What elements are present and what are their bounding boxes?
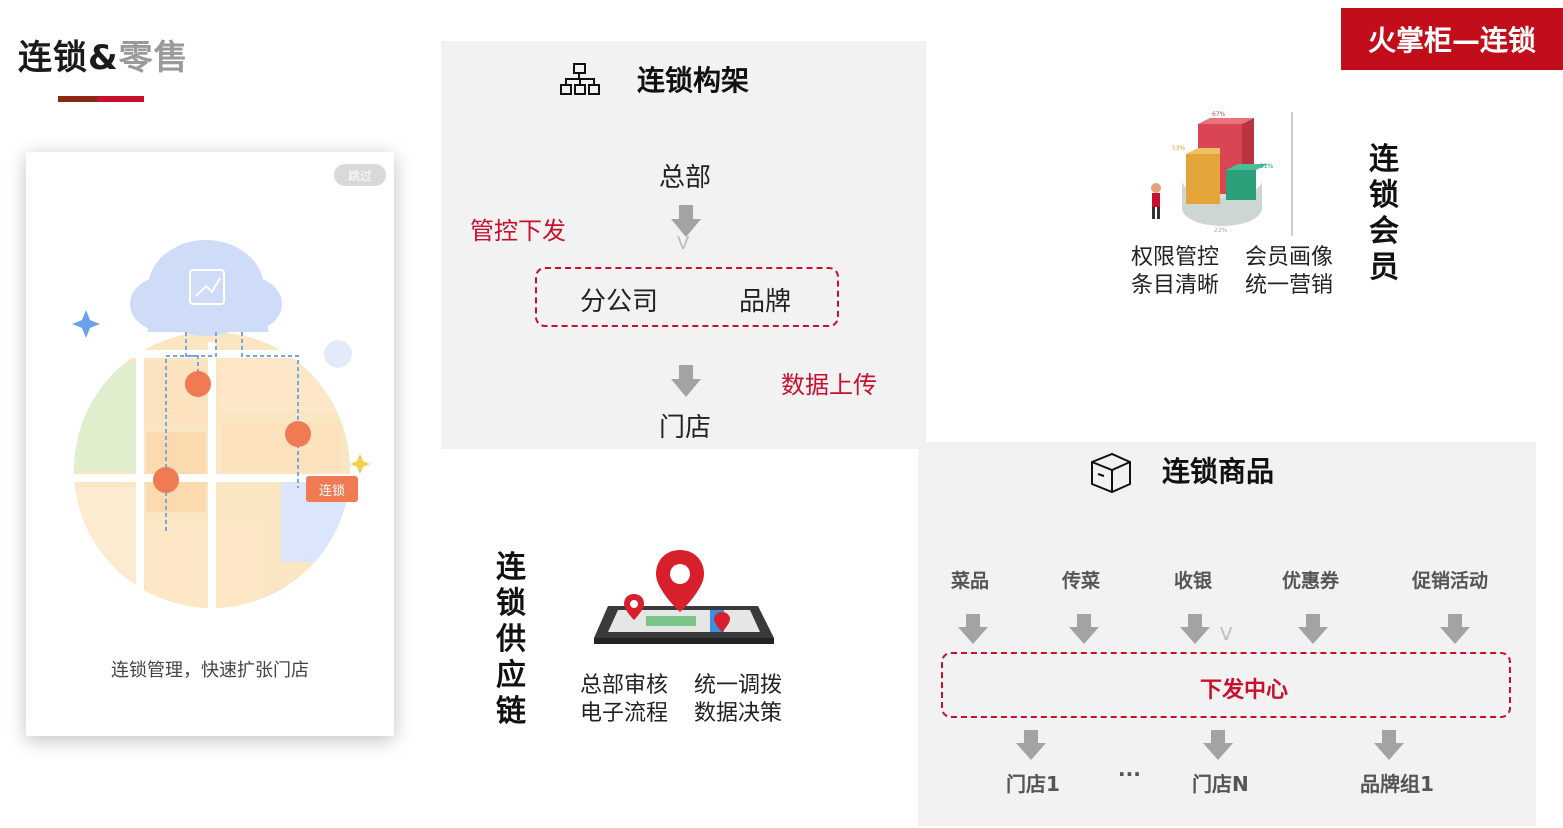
supply-feature: 统一调拨 — [694, 673, 783, 698]
chain-architecture-panel: 连锁构架 总部 管控下发 V 分公司 品牌 数据上传 门店 — [441, 41, 926, 449]
supply-feature: 数据决策 — [694, 701, 783, 726]
goods-item: 传菜 — [1062, 570, 1101, 592]
page-title-main: 连锁& — [18, 38, 119, 78]
architecture-title: 连锁构架 — [637, 64, 750, 97]
box-icon — [1091, 452, 1131, 494]
skip-button[interactable]: 跳过 — [334, 164, 386, 186]
arrow-down-icon — [1374, 730, 1404, 760]
chart-label: 67% — [1212, 111, 1226, 118]
v-mark: V — [1220, 624, 1233, 645]
arrow-down-icon — [1203, 730, 1233, 760]
chain-goods-panel: 连锁商品 菜品 传菜 收银 优惠券 促销活动 V 下发中心 门店1 ··· 门店… — [918, 442, 1536, 826]
phone-mockup: 跳过 连锁 连锁管理，快速扩张门店 — [26, 152, 394, 736]
chart-label: 31% — [1260, 163, 1274, 170]
arrow-down-icon — [1180, 614, 1210, 644]
control-note: 管控下发 — [470, 217, 566, 245]
title-underline — [58, 96, 144, 102]
goods-item: 收银 — [1174, 570, 1213, 592]
member-feature: 权限管控 — [1131, 245, 1220, 270]
brand-badge: 火掌柜—连锁 — [1341, 8, 1563, 70]
supply-feature: 总部审核 — [580, 673, 669, 698]
target-brand-group: 品牌组1 — [1360, 772, 1434, 796]
arrow-down-icon — [958, 614, 988, 644]
phone-caption: 连锁管理，快速扩张门店 — [111, 660, 309, 681]
v-mark: V — [677, 233, 690, 254]
member-vertical-title: 连 锁 会 员 — [1369, 142, 1399, 285]
goods-item: 促销活动 — [1412, 570, 1489, 592]
map-location-pin-illustration — [594, 550, 774, 644]
supply-feature: 电子流程 — [580, 701, 669, 726]
hq-node: 总部 — [659, 163, 712, 193]
chart-label: 53% — [1172, 145, 1186, 152]
org-chart-icon — [560, 63, 600, 95]
upload-note: 数据上传 — [781, 371, 877, 399]
member-feature: 会员画像 — [1245, 245, 1334, 270]
arrow-down-icon — [1016, 730, 1046, 760]
store-node: 门店 — [659, 413, 712, 443]
member-feature: 统一营销 — [1245, 273, 1334, 298]
goods-title: 连锁商品 — [1162, 455, 1275, 488]
dispatch-center-label: 下发中心 — [1200, 678, 1289, 703]
member-3d-pie-chart-illustration: 67% 53% 31% 22% — [1151, 111, 1293, 236]
arrow-down-icon — [1440, 614, 1470, 644]
goods-item: 优惠券 — [1282, 570, 1340, 592]
member-feature: 条目清晰 — [1131, 273, 1220, 298]
city-map-illustration — [72, 240, 370, 608]
arrow-down-icon — [671, 365, 701, 397]
arrow-down-icon — [1298, 614, 1328, 644]
page-title-sub: 零售 — [118, 38, 189, 78]
target-store: 门店N — [1192, 772, 1249, 796]
target-store: 门店1 — [1006, 772, 1060, 796]
branch-node: 分公司 — [580, 287, 659, 317]
goods-item: 菜品 — [951, 570, 990, 592]
chart-label: 22% — [1214, 227, 1228, 234]
brand-node: 品牌 — [739, 287, 792, 317]
supply-vertical-title: 连 锁 供 应 链 — [496, 550, 526, 729]
target-ellipsis: ··· — [1118, 762, 1141, 786]
arrow-down-icon — [1069, 614, 1099, 644]
page-title: 连锁&零售 — [18, 30, 189, 79]
chain-tag-badge: 连锁 — [306, 476, 358, 502]
